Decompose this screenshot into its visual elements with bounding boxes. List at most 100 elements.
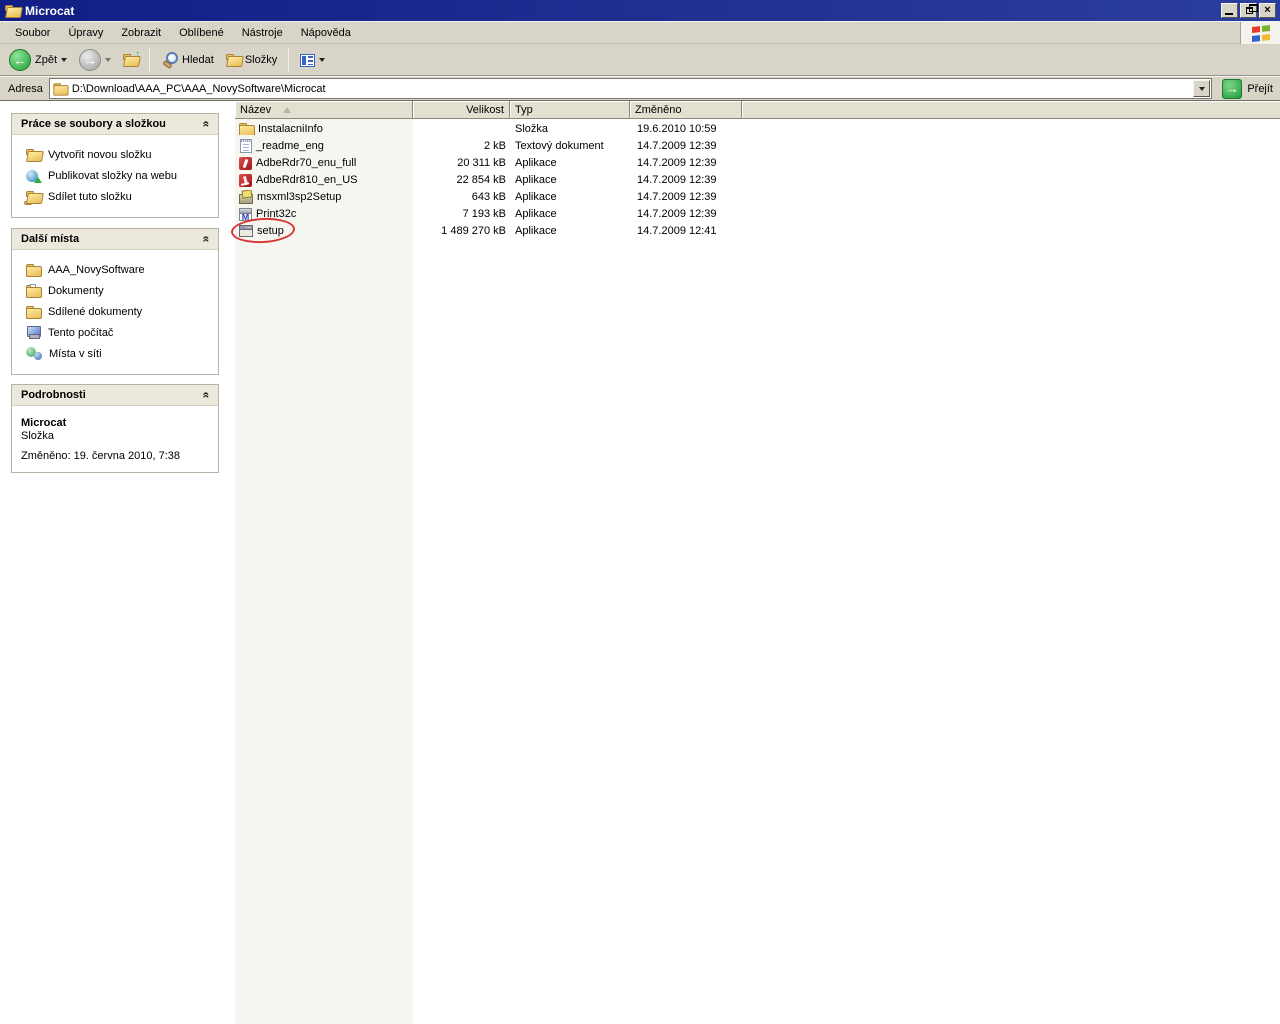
place-sdilene-dokumenty[interactable]: Sdílené dokumenty: [26, 301, 214, 322]
collapse-chevron-icon[interactable]: «: [200, 121, 214, 128]
close-button[interactable]: ×: [1259, 3, 1276, 18]
panel-file-tasks: Práce se soubory a složkou « Vytvořit no…: [11, 113, 219, 218]
file-type: Aplikace: [510, 174, 630, 186]
column-headers: Název Velikost Typ Změněno: [235, 101, 1280, 119]
file-size: 643 kB: [413, 191, 510, 203]
search-button[interactable]: Hledat: [156, 46, 219, 74]
collapse-chevron-icon[interactable]: «: [200, 236, 214, 243]
file-size: 2 kB: [413, 140, 510, 152]
address-input[interactable]: D:\Download\AAA_PC\AAA_NovySoftware\Micr…: [49, 78, 1212, 99]
task-share-folder[interactable]: Sdílet tuto složku: [26, 186, 214, 207]
file-size: 7 193 kB: [413, 208, 510, 220]
menu-zobrazit[interactable]: Zobrazit: [112, 24, 170, 42]
back-icon: ←: [9, 49, 31, 71]
table-row[interactable]: InstalacniInfo Složka 19.6.2010 10:59: [235, 120, 1280, 137]
search-icon: [161, 52, 178, 68]
views-icon: [300, 54, 315, 67]
task-create-folder[interactable]: Vytvořit novou složku: [26, 144, 214, 165]
column-header-type[interactable]: Typ: [510, 101, 630, 118]
address-label: Adresa: [8, 83, 43, 95]
forward-button[interactable]: →: [74, 46, 116, 74]
task-label: Vytvořit novou složku: [48, 149, 152, 161]
file-modified: 14.7.2009 12:39: [630, 140, 742, 152]
folders-icon: [226, 53, 241, 66]
documents-folder-icon: [26, 284, 41, 297]
panel-other-places: Další místa « AAA_NovySoftware Dokumenty…: [11, 228, 219, 375]
search-label: Hledat: [182, 54, 214, 66]
up-button[interactable]: ↑: [118, 46, 143, 74]
minimize-button[interactable]: [1221, 3, 1238, 18]
file-type: Aplikace: [510, 225, 630, 237]
toolbar-separator: [288, 48, 289, 72]
file-type: Textový dokument: [510, 140, 630, 152]
forward-dropdown-icon[interactable]: [105, 58, 111, 65]
task-publish-web[interactable]: Publikovat složky na webu: [26, 165, 214, 186]
windows-logo: [1240, 22, 1280, 45]
table-row[interactable]: Print32c 7 193 kB Aplikace 14.7.2009 12:…: [235, 205, 1280, 222]
file-modified: 14.7.2009 12:41: [630, 225, 742, 237]
panel-other-places-header[interactable]: Další místa «: [12, 229, 218, 250]
network-places-icon: [26, 347, 42, 360]
menu-napoveda[interactable]: Nápověda: [292, 24, 360, 42]
publish-web-icon: [26, 169, 41, 183]
toolbar-separator: [149, 48, 150, 72]
menu-upravy[interactable]: Úpravy: [59, 24, 112, 42]
file-modified: 14.7.2009 12:39: [630, 208, 742, 220]
shared-folder-icon: [26, 305, 41, 318]
address-folder-icon: [53, 82, 67, 94]
place-label: Dokumenty: [48, 285, 104, 297]
my-computer-icon: [26, 326, 41, 339]
menu-nastroje[interactable]: Nástroje: [233, 24, 292, 42]
share-folder-icon: [26, 190, 41, 203]
menu-soubor[interactable]: Soubor: [6, 24, 59, 42]
panel-title: Práce se soubory a složkou: [21, 118, 166, 130]
views-button[interactable]: [295, 46, 330, 74]
place-dokumenty[interactable]: Dokumenty: [26, 280, 214, 301]
place-label: Tento počítač: [48, 327, 113, 339]
place-aaa-novysoftware[interactable]: AAA_NovySoftware: [26, 259, 214, 280]
file-type: Aplikace: [510, 191, 630, 203]
go-button[interactable]: → Přejít: [1218, 79, 1277, 99]
column-header-name[interactable]: Název: [235, 101, 413, 118]
back-button[interactable]: ← Zpět: [4, 46, 72, 74]
column-header-filler: [742, 101, 1280, 118]
views-dropdown-icon[interactable]: [319, 58, 325, 65]
column-label: Změněno: [635, 104, 681, 116]
restore-button[interactable]: [1240, 3, 1257, 18]
column-label: Typ: [515, 104, 533, 116]
table-row[interactable]: _readme_eng 2 kB Textový dokument 14.7.2…: [235, 137, 1280, 154]
column-header-size[interactable]: Velikost: [413, 101, 510, 118]
details-name: Microcat: [21, 417, 214, 429]
address-bar: Adresa D:\Download\AAA_PC\AAA_NovySoftwa…: [0, 76, 1280, 101]
table-row[interactable]: AdbeRdr70_enu_full 20 311 kB Aplikace 14…: [235, 154, 1280, 171]
folders-button[interactable]: Složky: [221, 46, 282, 74]
file-size: 22 854 kB: [413, 174, 510, 186]
file-size: 1 489 270 kB: [413, 225, 510, 237]
forward-icon: →: [79, 49, 101, 71]
column-label: Název: [240, 104, 271, 116]
file-name: InstalacniInfo: [258, 123, 323, 135]
file-size: 20 311 kB: [413, 157, 510, 169]
address-dropdown-button[interactable]: [1193, 80, 1210, 97]
installer-package-icon: [239, 190, 253, 204]
menu-oblibene[interactable]: Oblíbené: [170, 24, 233, 42]
file-modified: 14.7.2009 12:39: [630, 174, 742, 186]
panel-file-tasks-header[interactable]: Práce se soubory a složkou «: [12, 114, 218, 135]
column-header-modified[interactable]: Změněno: [630, 101, 742, 118]
table-row-setup[interactable]: setup 1 489 270 kB Aplikace 14.7.2009 12…: [235, 222, 1280, 239]
new-folder-icon: [26, 148, 41, 161]
place-tento-pocitac[interactable]: Tento počítač: [26, 322, 214, 343]
panel-details: Podrobnosti « Microcat Složka Změněno: 1…: [11, 384, 219, 473]
place-mista-v-siti[interactable]: Místa v síti: [26, 343, 214, 364]
panel-details-header[interactable]: Podrobnosti «: [12, 385, 218, 406]
table-row[interactable]: AdbeRdr810_en_US 22 854 kB Aplikace 14.7…: [235, 171, 1280, 188]
file-modified: 14.7.2009 12:39: [630, 157, 742, 169]
file-name: AdbeRdr70_enu_full: [256, 157, 356, 169]
menubar: Soubor Úpravy Zobrazit Oblíbené Nástroje…: [0, 21, 1280, 44]
titlebar[interactable]: Microcat ×: [0, 0, 1280, 21]
table-row[interactable]: msxml3sp2Setup 643 kB Aplikace 14.7.2009…: [235, 188, 1280, 205]
address-path: D:\Download\AAA_PC\AAA_NovySoftware\Micr…: [72, 83, 1211, 95]
collapse-chevron-icon[interactable]: «: [200, 392, 214, 399]
back-dropdown-icon[interactable]: [61, 58, 67, 65]
file-name: AdbeRdr810_en_US: [256, 174, 358, 186]
